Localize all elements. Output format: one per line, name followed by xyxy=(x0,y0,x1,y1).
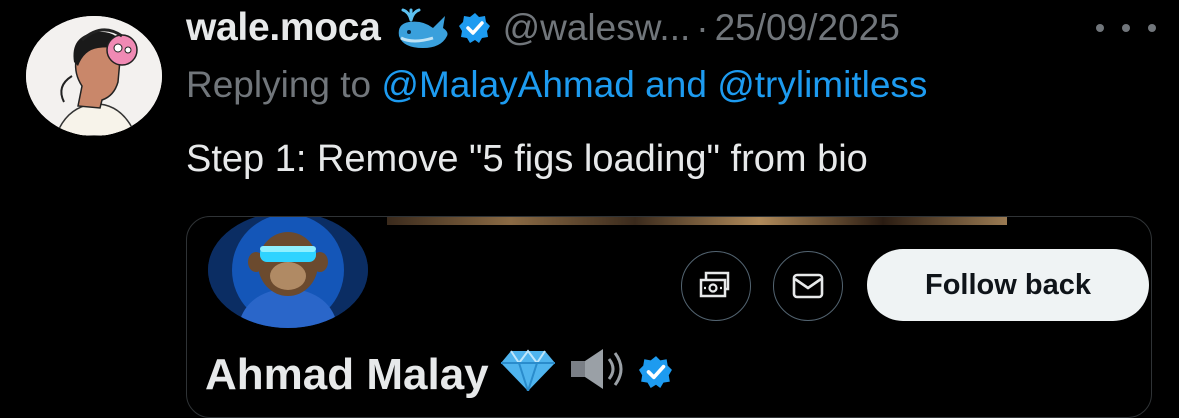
profile-display-name: Ahmad Malay xyxy=(205,349,489,399)
profile-name-row: Ahmad Malay xyxy=(205,345,673,404)
tweet-header: wale.moca @walesw... · 25/09/2025 xyxy=(186,4,900,52)
verified-badge-icon xyxy=(638,350,673,400)
profile-card-image[interactable]: Follow back Ahmad Malay xyxy=(186,216,1152,418)
whale-emoji-icon xyxy=(393,6,451,50)
more-horizontal-icon[interactable] xyxy=(1096,14,1156,42)
replying-to-line: Replying to @MalayAhmad and @trylimitles… xyxy=(186,64,927,106)
verified-badge-icon xyxy=(458,12,491,44)
tweet-date[interactable]: 25/09/2025 xyxy=(715,7,900,49)
follow-back-button[interactable]: Follow back xyxy=(867,249,1149,321)
envelope-icon xyxy=(792,273,824,299)
author-display-name[interactable]: wale.moca xyxy=(186,6,381,50)
gem-emoji-icon xyxy=(499,347,557,402)
separator-dot: · xyxy=(696,7,709,48)
replying-prefix: Replying to xyxy=(186,64,372,105)
replying-user-trylimitless[interactable]: @trylimitless xyxy=(717,64,927,105)
subscribe-button[interactable] xyxy=(681,251,751,321)
profile-avatar[interactable] xyxy=(205,217,371,331)
replying-and[interactable]: and xyxy=(645,64,707,105)
profile-banner xyxy=(387,217,1007,225)
subscribe-icon xyxy=(699,271,730,298)
speaker-emoji-icon xyxy=(567,345,629,404)
author-avatar[interactable] xyxy=(26,16,162,136)
author-handle[interactable]: @walesw... xyxy=(503,7,691,49)
tweet-text: Step 1: Remove "5 figs loading" from bio xyxy=(186,138,868,180)
message-button[interactable] xyxy=(773,251,843,321)
replying-user-malayahmad[interactable]: @MalayAhmad xyxy=(381,64,635,105)
